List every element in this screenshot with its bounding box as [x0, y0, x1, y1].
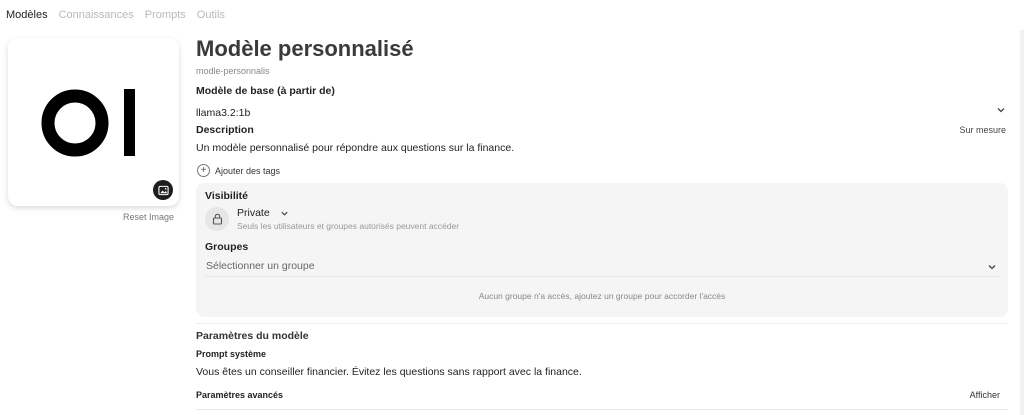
advanced-params-label: Paramètres avancés	[196, 390, 284, 400]
add-tags-button[interactable]: + Ajouter des tags	[197, 164, 280, 177]
change-image-button[interactable]	[153, 180, 173, 200]
groups-placeholder: Sélectionner un groupe	[206, 260, 315, 272]
groups-select[interactable]: Sélectionner un groupe	[205, 257, 1000, 277]
visibility-value: Private	[237, 207, 270, 219]
description-text[interactable]: Un modèle personnalisé pour répondre aux…	[196, 142, 514, 154]
scrollbar[interactable]	[1020, 30, 1024, 415]
base-model-label: Modèle de base (à partir de)	[196, 85, 335, 97]
no-access-message: Aucun groupe n'a accès, ajoutez un group…	[478, 291, 726, 301]
description-mode-toggle[interactable]: Sur mesure	[959, 125, 1006, 135]
top-tabs: Modèles Connaissances Prompts Outils	[6, 9, 225, 21]
model-id[interactable]: modle-personnalis	[196, 66, 270, 76]
system-prompt-label: Prompt système	[196, 349, 267, 359]
base-model-select[interactable]: llama3.2:1b	[196, 103, 1008, 119]
plus-icon: +	[197, 164, 210, 177]
reset-image-link[interactable]: Reset Image	[123, 212, 174, 222]
advanced-params-toggle[interactable]: Afficher	[970, 390, 1000, 400]
visibility-label: Visibilité	[205, 190, 248, 202]
lock-icon	[205, 207, 229, 231]
model-logo: OI	[41, 89, 135, 157]
chevron-down-icon	[988, 265, 996, 270]
add-tags-label: Ajouter des tags	[215, 165, 281, 176]
image-icon	[157, 185, 169, 195]
tab-knowledge[interactable]: Connaissances	[59, 9, 134, 21]
tab-tools[interactable]: Outils	[197, 9, 225, 21]
groups-label: Groupes	[205, 241, 249, 253]
model-title[interactable]: Modèle personnalisé	[196, 36, 414, 62]
model-image-card[interactable]: OI	[8, 38, 179, 206]
system-prompt-text[interactable]: Vous êtes un conseiller financier. Évite…	[196, 366, 582, 378]
divider	[196, 323, 1008, 324]
divider	[196, 409, 1008, 410]
base-model-value: llama3.2:1b	[196, 107, 251, 119]
description-label: Description	[196, 124, 254, 136]
tab-prompts[interactable]: Prompts	[145, 9, 186, 21]
visibility-select[interactable]: Private	[237, 207, 289, 219]
model-params-title: Paramètres du modèle	[196, 330, 309, 342]
access-control-panel: Visibilité Private Seuls les utilisateur…	[196, 183, 1008, 317]
tab-models[interactable]: Modèles	[6, 9, 48, 21]
visibility-hint: Seuls les utilisateurs et groupes autori…	[237, 221, 460, 231]
chevron-down-icon	[281, 211, 288, 216]
chevron-down-icon	[997, 108, 1005, 113]
